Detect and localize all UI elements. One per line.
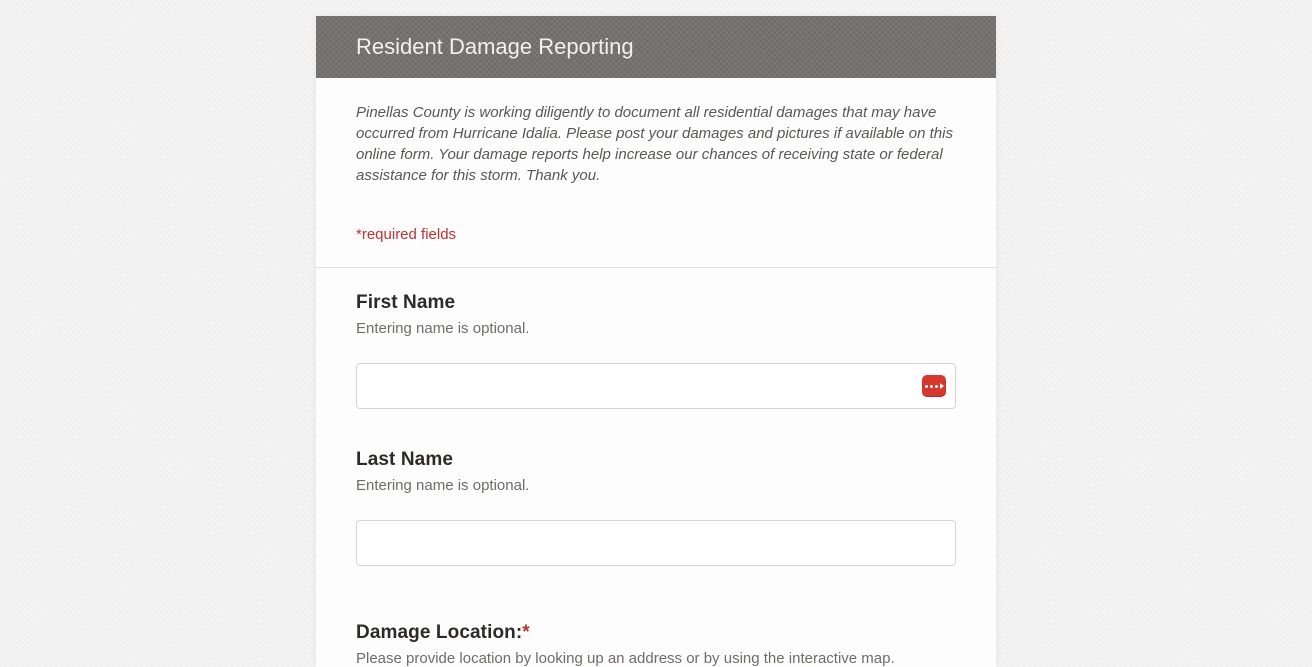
- form-header: Resident Damage Reporting: [316, 16, 996, 78]
- form-title: Resident Damage Reporting: [356, 34, 634, 59]
- form-container: Resident Damage Reporting Pinellas Count…: [316, 16, 996, 667]
- required-fields-note: *required fields: [356, 226, 956, 267]
- intro-text: Pinellas County is working diligently to…: [356, 102, 956, 186]
- damage-location-label-text: Damage Location:: [356, 622, 522, 643]
- last-name-input-wrap: [356, 520, 956, 566]
- damage-location-label: Damage Location:*: [356, 622, 956, 644]
- first-name-group: First Name Entering name is optional.: [316, 268, 996, 441]
- first-name-help: Entering name is optional.: [356, 320, 956, 337]
- password-manager-icon[interactable]: [922, 375, 946, 397]
- first-name-input-wrap: [356, 363, 956, 409]
- required-star: *: [522, 622, 530, 643]
- first-name-input[interactable]: [356, 363, 956, 409]
- first-name-label: First Name: [356, 292, 956, 314]
- last-name-help: Entering name is optional.: [356, 477, 956, 494]
- last-name-label: Last Name: [356, 449, 956, 471]
- damage-location-group: Damage Location:* Please provide locatio…: [316, 598, 996, 667]
- last-name-group: Last Name Entering name is optional.: [316, 441, 996, 598]
- form-intro-section: Pinellas County is working diligently to…: [316, 78, 996, 267]
- last-name-input[interactable]: [356, 520, 956, 566]
- damage-location-help: Please provide location by looking up an…: [356, 650, 956, 667]
